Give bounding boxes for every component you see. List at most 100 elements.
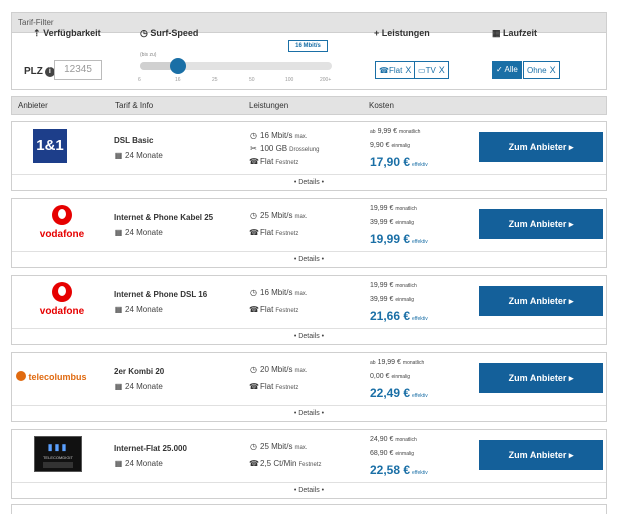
router-leds-icon: ▮▮▮ — [47, 442, 69, 452]
phone-icon: ☎ — [249, 459, 259, 468]
location-pin-icon: ⇡ — [33, 28, 41, 38]
remove-chip-icon[interactable]: X — [550, 65, 556, 75]
provider-logo-1und1: 1&1 — [33, 129, 67, 163]
feature-phone: ☎Flat Festnetz — [249, 228, 299, 237]
offer-card: telecolumbus 2er Kombi 20 ▦ 24 Monate ◷ 20… — [11, 352, 607, 422]
speed-slider-track[interactable] — [140, 62, 332, 70]
effective-price: 22,58 € effektiv — [370, 463, 428, 477]
feature-throttle: ✂ 100 GB Drosselung — [250, 144, 320, 153]
remove-chip-icon[interactable]: X — [405, 65, 411, 75]
to-provider-button[interactable]: Zum Anbieter ▸ — [479, 286, 603, 316]
to-provider-button[interactable]: Zum Anbieter ▸ — [479, 440, 603, 470]
duration-chip-all[interactable]: ✓ Alle — [492, 61, 522, 79]
calendar-icon: ▦ — [492, 28, 501, 38]
column-header-costs: Kosten — [369, 101, 394, 110]
monthly-price: ab 19,99 € monatlich — [370, 359, 425, 366]
speedometer-icon: ◷ — [140, 28, 148, 38]
gauge-icon: ◷ — [250, 365, 257, 374]
vodafone-speechmark-icon — [52, 205, 72, 225]
feature-speed: ◷ 20 Mbit/s max. — [250, 365, 308, 374]
column-header-tariff: Tarif & Info — [115, 101, 154, 110]
tariff-name: Internet & Phone Kabel 25 — [114, 213, 214, 222]
effective-price: 19,99 € effektiv — [370, 232, 428, 246]
contract-duration: ▦ 24 Monate — [114, 459, 163, 468]
offer-card: 1&1 DSL Basic ▦ 24 Monate ◷ 16 Mbit/s max. … — [11, 121, 607, 191]
onetime-price: 39,99 € einmalig — [370, 219, 414, 226]
telecolumbus-dot-icon — [16, 371, 26, 381]
tariff-name: DSL Basic — [114, 136, 154, 145]
provider-logo-vodafone: vodafone — [36, 205, 88, 245]
offer-card: ▮▮▮ TELECOMDIGIT Internet-Flat 25.000 ▦ 2… — [11, 429, 607, 499]
feature-phone: ☎Flat Festnetz — [249, 157, 299, 166]
phone-icon: ☎ — [249, 228, 259, 237]
effective-price: 22,49 € effektiv — [370, 386, 428, 400]
offer-card: vodafone Internet & Phone DSL 16 ▦ 24 Mon… — [11, 275, 607, 345]
details-toggle[interactable]: • Details • — [12, 482, 606, 499]
speed-tick: 200+ — [320, 77, 332, 83]
speed-sub-label: (bis zu) — [140, 52, 157, 58]
filter-chip-flat[interactable]: ☎Flat X — [375, 61, 416, 79]
feature-phone: ☎Flat Festnetz — [249, 305, 299, 314]
remove-chip-icon[interactable]: X — [439, 65, 445, 75]
phone-icon: ☎ — [379, 66, 389, 75]
onetime-price: 9,90 € einmalig — [370, 142, 411, 149]
feature-phone: ☎Flat Festnetz — [249, 382, 299, 391]
phone-icon: ☎ — [249, 157, 259, 166]
checkmark-icon: ✓ — [496, 65, 503, 74]
feature-speed: ◷ 25 Mbit/s max. — [250, 211, 308, 220]
gauge-icon: ◷ — [250, 442, 257, 451]
speed-tick: 100 — [285, 77, 294, 83]
to-provider-button[interactable]: Zum Anbieter ▸ — [479, 132, 603, 162]
calendar-icon: ▦ — [114, 459, 123, 468]
speed-tick: 25 — [212, 77, 218, 83]
surf-speed-heading: ◷ Surf-Speed — [140, 28, 199, 38]
calendar-icon: ▦ — [114, 382, 123, 391]
onetime-price: 68,90 € einmalig — [370, 450, 414, 457]
gauge-icon: ◷ — [250, 131, 257, 140]
filter-chip-tv[interactable]: ▭TV X — [414, 61, 449, 79]
contract-duration: ▦ 24 Monate — [114, 382, 163, 391]
plz-label: PLZ i — [24, 66, 55, 77]
phone-icon: ☎ — [249, 305, 259, 314]
gauge-icon: ◷ — [250, 288, 257, 297]
duration-heading: ▦ Laufzeit — [492, 28, 538, 38]
details-toggle[interactable]: • Details • — [12, 251, 606, 268]
contract-duration: ▦ 24 Monate — [114, 305, 163, 314]
feature-speed: ◷ 16 Mbit/s max. — [250, 288, 308, 297]
plz-input[interactable]: 12345 — [54, 60, 102, 80]
calendar-icon: ▦ — [114, 305, 123, 314]
provider-logo-telecolumbus: telecolumbus — [16, 371, 100, 385]
monthly-price: 19,99 € monatlich — [370, 282, 417, 289]
monthly-price: 24,90 € monatlich — [370, 436, 417, 443]
provider-logo-vodafone: vodafone — [36, 282, 88, 322]
onetime-price: 0,00 € einmalig — [370, 373, 411, 380]
column-header-services: Leistungen — [249, 101, 289, 110]
speed-slider-handle[interactable] — [170, 58, 186, 74]
plus-icon: + — [374, 28, 380, 38]
details-toggle[interactable]: • Details • — [12, 405, 606, 422]
feature-phone: ☎2,5 Ct/Min Festnetz — [249, 459, 322, 468]
tariff-name: Internet-Flat 25.000 — [114, 444, 187, 453]
speed-tick: 6 — [138, 77, 141, 83]
contract-duration: ▦ 24 Monate — [114, 228, 163, 237]
monthly-price: 19,99 € monatlich — [370, 205, 417, 212]
to-provider-button[interactable]: Zum Anbieter ▸ — [479, 209, 603, 239]
effective-price: 21,66 € effektiv — [370, 309, 428, 323]
offer-card: vodafone Internet & Phone Kabel 25 ▦ 24 M… — [11, 198, 607, 268]
duration-chip-none[interactable]: Ohne X — [523, 61, 560, 79]
results-table-header: Anbieter Tarif & Info Leistungen Kosten — [11, 96, 607, 115]
column-header-provider: Anbieter — [18, 101, 48, 110]
gauge-icon: ◷ — [250, 211, 257, 220]
details-toggle[interactable]: • Details • — [12, 328, 606, 345]
services-heading: + Leistungen — [374, 28, 430, 38]
monthly-price: ab 9,99 € monatlich — [370, 128, 421, 135]
calendar-icon: ▦ — [114, 151, 123, 160]
vodafone-speechmark-icon — [52, 282, 72, 302]
provider-logo-telecomdigit: ▮▮▮ TELECOMDIGIT — [34, 436, 82, 472]
scissors-icon: ✂ — [250, 144, 257, 153]
tv-icon: ▭ — [418, 66, 426, 75]
tariff-name: Internet & Phone DSL 16 — [114, 290, 208, 299]
details-toggle[interactable]: • Details • — [12, 174, 606, 191]
effective-price: 17,90 € effektiv — [370, 155, 428, 169]
to-provider-button[interactable]: Zum Anbieter ▸ — [479, 363, 603, 393]
